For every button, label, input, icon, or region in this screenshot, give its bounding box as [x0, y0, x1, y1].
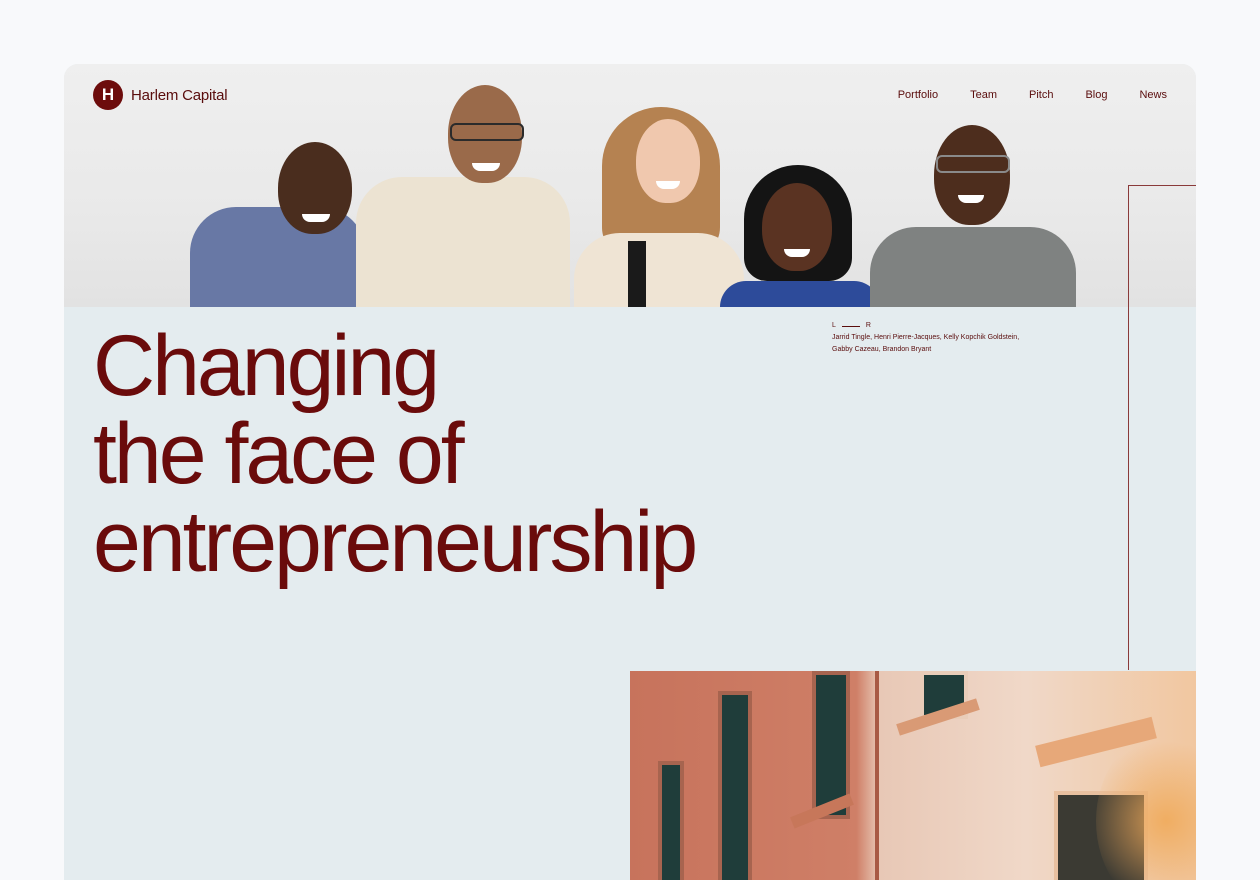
building-window	[658, 761, 684, 880]
nav-blog[interactable]: Blog	[1085, 89, 1107, 101]
team-member-photo	[574, 107, 744, 307]
harlem-capital-logo-icon: H	[93, 80, 123, 110]
nav-news[interactable]: News	[1139, 89, 1167, 101]
nav-pitch[interactable]: Pitch	[1029, 89, 1053, 101]
headline-line: entrepreneurship	[93, 494, 698, 590]
caption-line	[841, 325, 860, 327]
headline-line: Changing	[93, 318, 440, 414]
brand-logo[interactable]: H Harlem Capital	[93, 80, 228, 110]
photo-caption: L R Jarrid Tingle, Henri Pierre-Jacques,…	[832, 320, 1019, 356]
divider-line	[1128, 185, 1196, 186]
left-right-indicator: L R	[832, 320, 1019, 332]
building-edge	[875, 671, 879, 880]
light-glow	[1096, 731, 1196, 880]
team-member-photo	[190, 102, 366, 307]
divider-line	[1128, 185, 1129, 670]
hero-headline: Changing the face of entrepreneurship	[93, 318, 698, 590]
building-window	[718, 691, 752, 880]
brand-name: Harlem Capital	[131, 86, 228, 104]
nav-portfolio[interactable]: Portfolio	[898, 89, 938, 101]
team-member-photo	[356, 75, 570, 307]
left-label: L	[832, 322, 836, 329]
caption-names-line: Gabby Cazeau, Brandon Bryant	[832, 346, 932, 353]
team-member-photo	[870, 125, 1076, 307]
hero-frame: H Harlem Capital Portfolio Team Pitch Bl…	[64, 64, 1196, 880]
building-photo	[630, 671, 1196, 880]
right-label: R	[865, 322, 871, 329]
main-nav: Portfolio Team Pitch Blog News	[898, 89, 1167, 101]
nav-team[interactable]: Team	[970, 89, 997, 101]
headline-line: the face of	[93, 406, 465, 502]
caption-names-line: Jarrid Tingle, Henri Pierre-Jacques, Kel…	[832, 334, 1020, 341]
team-member-photo	[720, 165, 880, 307]
